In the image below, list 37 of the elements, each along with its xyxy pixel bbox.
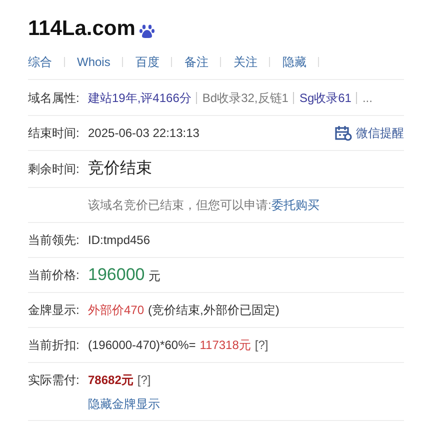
total-value: 78682元 (88, 372, 134, 388)
help-link[interactable]: [?] (254, 336, 268, 354)
nav-link[interactable]: 关注 (233, 52, 258, 70)
attribute-link[interactable]: 建站19年,评4166分 (88, 88, 192, 106)
end-time-value: 2025-06-03 22:13:13 (88, 125, 200, 142)
attribute-text: Bd收录32,反链1 (202, 90, 288, 106)
value-text: (196000-470)*60%= (88, 337, 196, 354)
value-text: (竞价结束,外部价已固定) (148, 302, 280, 319)
field-label: 当前领先: (28, 232, 80, 249)
paw-icon (139, 23, 156, 39)
field-label: 当前价格: (28, 267, 80, 284)
hide-medal-display-link[interactable]: 隐藏金牌显示 (88, 394, 160, 412)
field-label: 域名属性: (28, 90, 80, 106)
highlight-value: 外部价470 (88, 302, 144, 319)
field-label: 实际需付: (28, 372, 80, 388)
nav-link[interactable]: Whois (77, 52, 110, 70)
field-label: 金牌显示: (28, 302, 80, 319)
nav-link[interactable]: 综合 (28, 52, 52, 70)
wechat-reminder-button[interactable]: 微信提醒 (335, 124, 404, 142)
calendar-icon (335, 125, 352, 141)
auction-ended-notice: 该域名竞价已结束，但您可以申请: (88, 197, 272, 214)
nav-link[interactable]: 备注 (184, 52, 208, 70)
field-label: 结束时间: (28, 125, 80, 142)
entrust-purchase-link[interactable]: 委托购买 (271, 196, 320, 214)
price-value: 196000 (88, 264, 145, 286)
attribute-link[interactable]: Sg收录61 (299, 88, 352, 106)
highlight-value: 117318元 (200, 337, 251, 354)
remaining-time-value: 竞价结束 (88, 158, 152, 179)
field-label: 剩余时间: (28, 161, 80, 178)
value-text: 元 (148, 268, 161, 286)
attribute-text: ... (362, 90, 372, 106)
domain-title: 114La.com (28, 16, 136, 42)
nav-link[interactable]: 隐藏 (282, 52, 306, 70)
value-text: ID:tmpd456 (88, 232, 150, 249)
nav-link[interactable]: 百度 (135, 52, 160, 70)
help-link[interactable]: [?] (137, 370, 151, 388)
field-label: 当前折扣: (28, 337, 80, 354)
